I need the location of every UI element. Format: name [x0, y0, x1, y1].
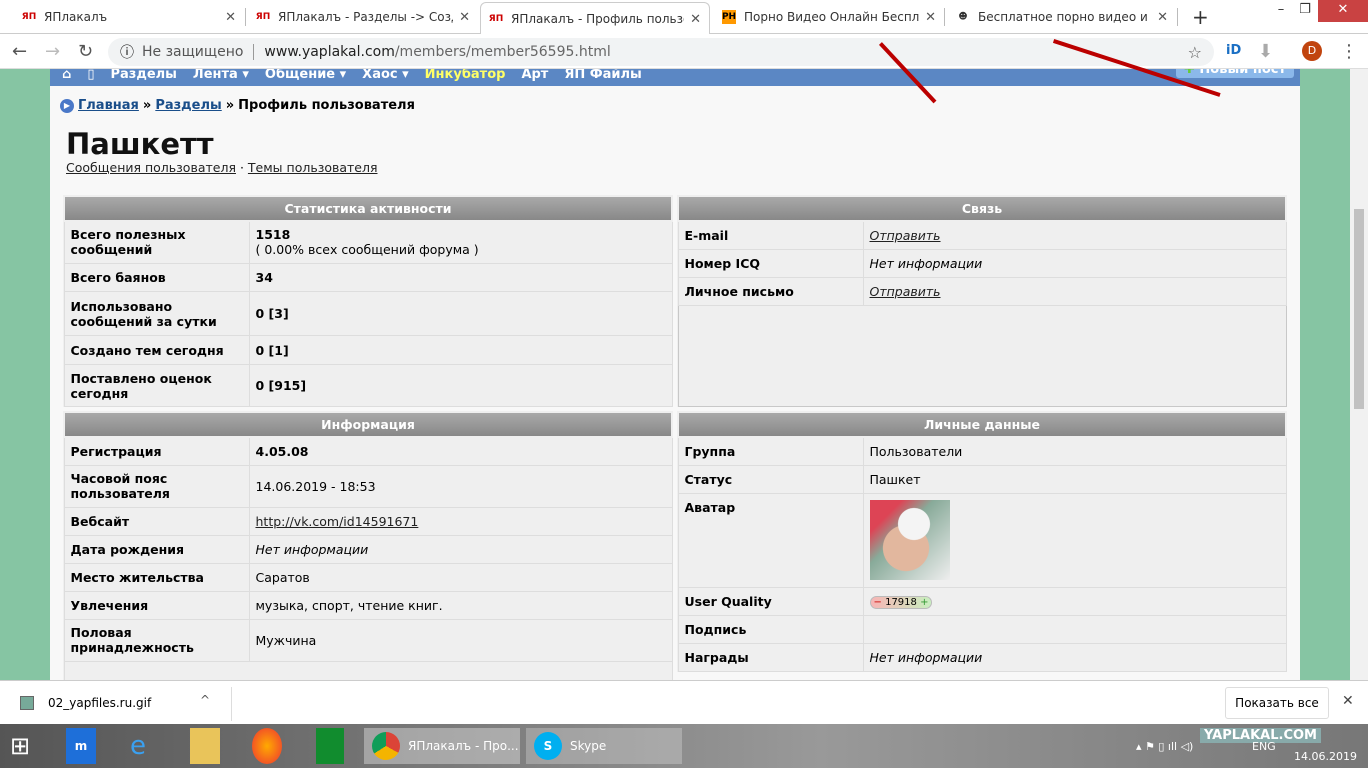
send-email-link[interactable]: Отправить — [870, 228, 941, 243]
menu-sections[interactable]: Разделы — [110, 69, 176, 82]
language-indicator[interactable]: ENG — [1252, 728, 1276, 764]
close-download-bar-icon[interactable]: ✕ — [1342, 693, 1354, 709]
tab-yaplakal-sections[interactable]: ЯПЯПлакалъ - Разделы -> Создан✕ — [248, 2, 478, 32]
minus-button[interactable]: − — [874, 597, 882, 608]
close-tab-icon[interactable]: ✕ — [459, 10, 470, 25]
tab-ph[interactable]: PHПорно Видео Онлайн Бесплатн✕ — [714, 2, 944, 32]
tab-yaplakal-profile[interactable]: ЯПЯПлакалъ - Профиль пользова✕ — [480, 2, 710, 35]
clock-date[interactable]: 14.06.2019 — [1294, 750, 1357, 763]
yap-favicon-icon: ЯП — [488, 14, 504, 24]
close-tab-icon[interactable]: ✕ — [925, 10, 936, 25]
stats-header: Статистика активности — [63, 195, 673, 222]
stats-table: Статистика активности Всего полезных соо… — [63, 195, 673, 407]
page-title: Пашкетт — [66, 127, 214, 161]
personal-table: Личные данные Группа Пользователи Статус П… — [677, 411, 1287, 672]
breadcrumb: ▶ Главная » Разделы » Профиль пользовате… — [60, 98, 415, 113]
menu-feed[interactable]: Лента ▾ — [193, 69, 249, 82]
taskbar-skype[interactable]: S Skype — [526, 728, 682, 764]
tab-yaplakal[interactable]: ЯП ЯПлакалъ ✕ — [14, 2, 244, 32]
show-all-button[interactable]: Показать все — [1225, 687, 1329, 719]
toolbar: ← → ↻ ⓘ Не защищено www.yaplakal.com/mem… — [0, 34, 1368, 69]
send-pm-link[interactable]: Отправить — [870, 284, 941, 299]
maxthon-icon[interactable]: m — [66, 728, 96, 764]
ph-favicon-icon: PH — [721, 10, 737, 24]
start-windows-icon[interactable]: ⊞ — [10, 728, 30, 764]
plus-button[interactable]: + — [920, 597, 928, 608]
avatar — [869, 499, 950, 580]
tab-strip: ЯПЯПлакалъ✕ ЯПЯПлакалъ - Разделы -> Созд… — [0, 0, 1368, 35]
address-bar[interactable]: ⓘ Не защищено www.yaplakal.com/members/m… — [108, 38, 1214, 66]
bullet-icon: ▶ — [60, 98, 74, 113]
raccoon-favicon-icon: ☻ — [958, 12, 968, 22]
menu-art[interactable]: Арт — [521, 69, 548, 82]
back-icon[interactable]: ← — [12, 41, 27, 62]
ie-icon[interactable]: e — [130, 728, 146, 764]
download-filename[interactable]: 02_yapfiles.ru.gif — [48, 696, 151, 710]
home-icon[interactable]: ⌂ — [62, 69, 71, 82]
breadcrumb-current: Профиль пользователя — [238, 98, 415, 113]
page-viewport: ⌂ ▯ Разделы Лента ▾ Общение ▾ Хаос ▾ Инку… — [0, 69, 1350, 680]
menu-chaos[interactable]: Хаос ▾ — [362, 69, 408, 82]
menu-files[interactable]: ЯП Файлы — [564, 69, 641, 82]
skype-icon: S — [534, 732, 562, 760]
plus-icon: ✚ — [1183, 69, 1200, 77]
user-topics-link[interactable]: Темы пользователя — [248, 160, 378, 175]
tab-porn-video[interactable]: ☻Бесплатное порно видео и сек✕ — [948, 2, 1176, 32]
breadcrumb-home[interactable]: Главная — [78, 98, 139, 113]
close-tab-icon[interactable]: ✕ — [690, 12, 701, 27]
menu-incubator[interactable]: Инкубатор — [425, 69, 506, 82]
new-tab-button[interactable]: + — [1184, 2, 1217, 32]
tray-icons[interactable]: ▴ ⚑ ▯ ıll ◁) — [1136, 728, 1193, 764]
profile-avatar[interactable]: D — [1302, 41, 1322, 61]
reload-icon[interactable]: ↻ — [78, 41, 93, 62]
taskbar: ⊞ m e ЯПлакалъ - Про... S Skype YAPLAKAL.… — [0, 724, 1368, 768]
menu-social[interactable]: Общение ▾ — [265, 69, 346, 82]
forward-icon[interactable]: → — [45, 41, 60, 62]
contact-table: Связь E-mail Отправить Номер ICQ Нет инфор… — [677, 195, 1287, 407]
new-post-button[interactable]: ✚ Новый пост — [1175, 69, 1294, 78]
user-links: Сообщения пользователя · Темы пользовате… — [66, 160, 378, 175]
menu-kebab-icon[interactable]: ⋮ — [1340, 41, 1358, 62]
taskbar-chrome[interactable]: ЯПлакалъ - Про... — [364, 728, 520, 764]
gif-file-icon — [20, 696, 34, 710]
scrollbar[interactable] — [1350, 69, 1368, 680]
info-icon[interactable]: ⓘ — [120, 42, 134, 62]
chevron-up-icon[interactable]: ^ — [200, 693, 210, 707]
bookmark-star-icon[interactable]: ☆ — [1188, 43, 1202, 62]
close-tab-icon[interactable]: ✕ — [225, 10, 236, 25]
chrome-icon — [372, 732, 400, 760]
mobile-icon[interactable]: ▯ — [87, 69, 94, 82]
website-link[interactable]: http://vk.com/id14591671 — [256, 514, 419, 529]
maximize-button[interactable]: ❐ — [1290, 0, 1320, 22]
user-messages-link[interactable]: Сообщения пользователя — [66, 160, 236, 175]
yap-favicon-icon: ЯП — [21, 12, 37, 22]
content-panel: ⌂ ▯ Разделы Лента ▾ Общение ▾ Хаос ▾ Инку… — [50, 69, 1300, 680]
yap-favicon-icon: ЯП — [255, 12, 271, 22]
download-extension-icon[interactable]: ⬇ — [1258, 41, 1273, 62]
user-quality-badge: − 17918 + — [869, 596, 933, 609]
store-icon[interactable] — [316, 728, 344, 764]
explorer-icon[interactable] — [190, 728, 220, 764]
scrollbar-thumb[interactable] — [1354, 209, 1364, 409]
breadcrumb-sections[interactable]: Разделы — [155, 98, 221, 113]
id-extension-icon[interactable]: iD — [1226, 43, 1241, 58]
close-tab-icon[interactable]: ✕ — [1157, 10, 1168, 25]
firefox-icon[interactable] — [252, 728, 282, 764]
site-menu: ⌂ ▯ Разделы Лента ▾ Общение ▾ Хаос ▾ Инку… — [50, 69, 1300, 86]
close-window-button[interactable]: ✕ — [1318, 0, 1368, 22]
download-bar: 02_yapfiles.ru.gif ^ Показать все ✕ — [0, 680, 1368, 724]
info-table: Информация Регистрация 4.05.08 Часовой по… — [63, 411, 673, 680]
